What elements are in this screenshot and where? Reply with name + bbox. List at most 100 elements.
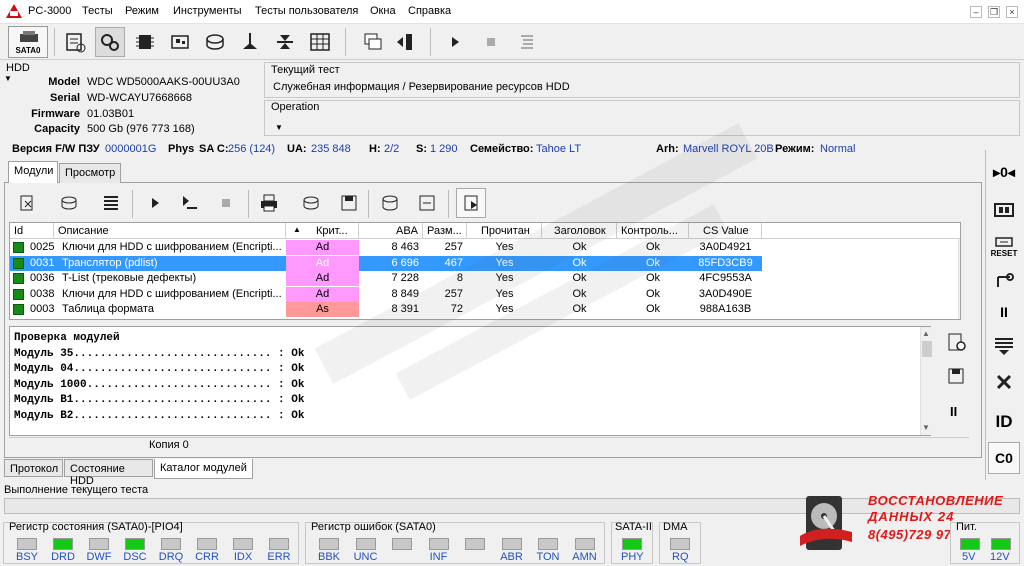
heads-icon[interactable] — [235, 27, 265, 57]
power-switch-icon[interactable]: ▸0◂ — [988, 156, 1020, 188]
table-row[interactable]: 0038 Ключи для HDD с шифрованием (Encript… — [10, 286, 762, 302]
module-list-icon[interactable] — [96, 188, 126, 218]
tab-module-catalog[interactable]: Каталог модулей — [154, 459, 253, 479]
col-read[interactable]: Прочитан — [467, 223, 542, 239]
register-led — [392, 538, 412, 550]
toolbar-separator — [345, 28, 346, 56]
sidebar-pause-icon[interactable]: II — [988, 296, 1020, 328]
module-delete-icon[interactable] — [12, 188, 42, 218]
sidebar-list-icon[interactable] — [988, 330, 1020, 362]
table-row[interactable]: 0031 Транслятор (pdlist) Ad 6 696 467 Yes Ok Ok… — [10, 255, 762, 271]
col-description[interactable]: Описание — [54, 223, 286, 239]
col-size[interactable]: Разм... — [423, 223, 467, 239]
module-copy-icon[interactable] — [946, 366, 970, 390]
connection-icon[interactable] — [988, 264, 1020, 296]
module-open-icon[interactable] — [456, 188, 486, 218]
module-run-icon[interactable] — [140, 188, 170, 218]
module-write-icon[interactable] — [296, 188, 326, 218]
windows-cascade-icon[interactable] — [358, 27, 388, 57]
log-line: Модуль 1000............................ … — [14, 378, 305, 391]
status-register-group: Регистр состояния (SATA0)-[PIO4] BSY DRD D… — [3, 521, 299, 564]
col-header[interactable]: Заголовок — [542, 223, 617, 239]
scroll-thumb[interactable] — [960, 255, 961, 273]
power-group: Пит. 5V 12V — [950, 521, 1020, 564]
disk-icon[interactable] — [200, 27, 230, 57]
cell-cs: 4FC9553A — [699, 272, 752, 284]
tab-protocol[interactable]: Протокол — [4, 459, 63, 477]
scale-icon[interactable] — [270, 27, 300, 57]
model-value: WDC WD5000AAKS-00UU3A0 — [87, 76, 240, 88]
list-icon[interactable] — [512, 27, 542, 57]
print-icon[interactable] — [254, 188, 284, 218]
scroll-down-icon[interactable]: ▼ — [922, 423, 930, 432]
table-row[interactable]: 0025 Ключи для HDD с шифрованием (Encript… — [10, 240, 762, 255]
operation-dropdown-icon[interactable]: ▼ — [275, 123, 283, 132]
table-grid-icon[interactable] — [305, 27, 335, 57]
cell-cs: 3A0D4921 — [699, 241, 752, 253]
register-led-label: DRQ — [158, 551, 184, 563]
fw-label: Версия F/W ПЗУ — [12, 143, 100, 155]
sata2-label: SATA-II — [615, 521, 652, 533]
table-row[interactable]: 0003 Таблица формата As 8 391 72 Yes Ok Ok 988A1… — [10, 302, 762, 317]
close-button[interactable]: × — [1006, 6, 1018, 18]
minimize-button[interactable]: – — [970, 6, 982, 18]
brand-logo — [800, 494, 852, 554]
sidebar-co-button[interactable]: C0 — [988, 442, 1020, 474]
module-step-icon[interactable] — [174, 188, 204, 218]
cell-ctrl: Ok — [645, 256, 661, 269]
cell-ctrl: Ok — [645, 272, 661, 284]
sidebar-chip-icon[interactable] — [988, 194, 1020, 226]
restore-button[interactable]: ❐ — [988, 6, 1000, 18]
menu-user-tests[interactable]: Тесты пользователя — [255, 5, 358, 17]
menu-windows[interactable]: Окна — [370, 5, 396, 17]
col-cs-value[interactable]: CS Value — [689, 223, 762, 239]
dma-label: DMA — [663, 521, 688, 533]
tools-icon[interactable] — [988, 366, 1020, 398]
col-aba[interactable]: ABA — [359, 223, 423, 239]
hdd-tests-icon[interactable] — [60, 27, 90, 57]
reset-icon[interactable]: RESET — [988, 230, 1020, 262]
register-led-label: BBK — [317, 551, 340, 563]
menu-mode[interactable]: Режим — [125, 5, 159, 17]
stop-icon[interactable] — [476, 27, 506, 57]
cell-id: 0036 — [30, 272, 54, 284]
tab-hdd-state[interactable]: Состояние HDD — [64, 459, 153, 487]
sata0-port-button[interactable]: SATA0 — [8, 26, 48, 58]
sata2-group: SATA-II PHY — [611, 521, 653, 564]
table-row[interactable]: 0036 T-List (трековые дефекты) Ad 7 228 8 Yes… — [10, 271, 762, 286]
identify-button[interactable]: ID — [988, 406, 1020, 438]
utility-gears-icon[interactable] — [95, 27, 125, 57]
scroll-thumb[interactable] — [922, 341, 932, 357]
cell-read: Yes — [495, 241, 514, 253]
module-stop-icon[interactable] — [211, 188, 241, 218]
mode-label: Режим: — [775, 143, 815, 155]
register-led-label: UNC — [353, 551, 378, 563]
board-icon[interactable] — [165, 27, 195, 57]
table-vscrollbar[interactable]: ▲ ▼ — [958, 239, 961, 319]
menu-tests[interactable]: Тесты — [82, 5, 113, 17]
menu-help[interactable]: Справка — [408, 5, 451, 17]
current-test-label: Текущий тест — [271, 64, 340, 76]
module-status-icon — [13, 257, 24, 269]
col-control[interactable]: Контроль... — [617, 223, 689, 239]
module-settings-icon[interactable] — [946, 332, 970, 356]
tab-view[interactable]: Просмотр — [59, 163, 121, 183]
chip-icon[interactable] — [130, 27, 160, 57]
module-save-icon[interactable] — [334, 188, 364, 218]
log-vscrollbar[interactable]: ▲ ▼ — [920, 327, 932, 435]
pause-icon[interactable]: II — [950, 404, 957, 419]
exit-icon[interactable] — [390, 27, 420, 57]
col-id[interactable]: Id — [10, 223, 54, 239]
menu-tools[interactable]: Инструменты — [173, 5, 242, 17]
register-led-label: DSC — [123, 551, 147, 563]
app-title: PC-3000 — [28, 5, 72, 17]
module-export-icon[interactable] — [412, 188, 442, 218]
module-db-icon[interactable] — [375, 188, 405, 218]
log-output: Проверка модулей Модуль 35...............… — [9, 326, 931, 436]
log-line: Модуль B1.............................. … — [14, 394, 305, 407]
module-read-icon[interactable] — [54, 188, 84, 218]
scroll-up-icon[interactable]: ▲ — [922, 329, 930, 338]
cell-id: 0038 — [30, 287, 54, 300]
tab-modules[interactable]: Модули — [8, 161, 58, 183]
play-icon[interactable] — [440, 27, 470, 57]
